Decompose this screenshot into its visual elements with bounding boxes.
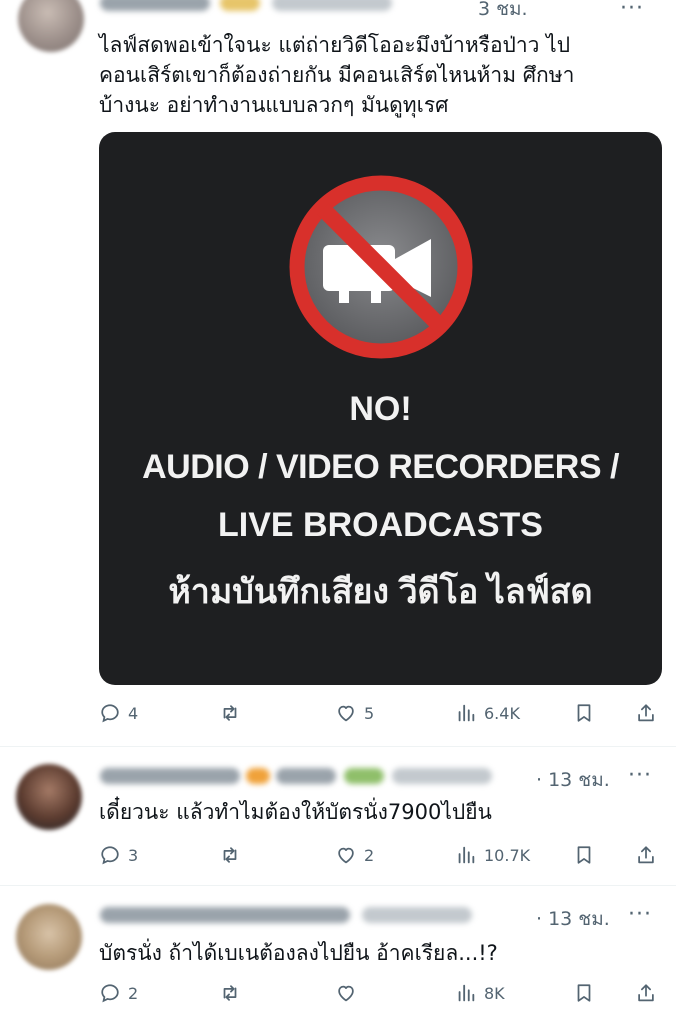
views-button[interactable]: 8K (455, 978, 505, 1008)
bookmark-icon (577, 846, 591, 864)
verified-emoji-blurred (220, 0, 260, 11)
retweet-button[interactable] (219, 698, 248, 728)
tweet-image[interactable]: NO! AUDIO / VIDEO RECORDERS / LIVE BROAD… (99, 132, 662, 685)
reply-icon (101, 984, 119, 1003)
views-icon (458, 704, 475, 722)
share-button[interactable] (635, 978, 657, 1008)
reply-count: 3 (128, 845, 139, 865)
author-name-blurred[interactable] (100, 768, 240, 784)
sign-line-1: AUDIO / VIDEO RECORDERS / (142, 448, 619, 486)
timestamp[interactable]: · 13 ชม. (536, 765, 610, 795)
like-count: 5 (364, 703, 375, 723)
reply-icon (101, 846, 119, 865)
share-icon (638, 704, 654, 722)
tweet-header (100, 761, 492, 791)
bookmark-button[interactable] (573, 978, 595, 1008)
views-button[interactable]: 10.7K (455, 840, 530, 870)
sign-headline: NO! (349, 390, 412, 428)
reply-button[interactable]: 2 (99, 978, 138, 1008)
author-name-blurred[interactable] (100, 907, 350, 923)
more-icon[interactable]: ··· (628, 763, 652, 788)
like-button[interactable]: 2 (335, 840, 374, 870)
avatar[interactable] (16, 764, 82, 830)
action-bar: 3 2 10.7K (99, 840, 665, 870)
share-button[interactable] (635, 840, 657, 870)
like-count: 2 (364, 845, 375, 865)
share-icon (638, 984, 654, 1002)
reply-button[interactable]: 3 (99, 840, 138, 870)
author-name-blurred-2 (276, 768, 336, 784)
retweet-icon (223, 847, 237, 863)
reply-icon (101, 704, 119, 723)
retweet-icon (223, 705, 237, 721)
author-handle-blurred[interactable] (392, 768, 492, 784)
bookmark-icon (577, 984, 591, 1002)
emoji-blurred (246, 768, 270, 784)
tweet-header (100, 0, 392, 18)
views-icon (458, 846, 475, 864)
author-handle-blurred[interactable] (272, 0, 392, 11)
sign-line-3: ห้ามบันทึกเสียง วีดีโอ ไลฟ์สด (168, 573, 593, 611)
view-count: 10.7K (484, 845, 531, 865)
action-bar: 2 8K (99, 978, 665, 1008)
retweet-button[interactable] (219, 978, 248, 1008)
no-video-camera-icon (289, 175, 473, 359)
more-icon[interactable]: ··· (620, 0, 644, 21)
reply-count: 4 (128, 703, 139, 723)
author-name-blurred[interactable] (100, 0, 210, 11)
view-count: 6.4K (484, 703, 520, 723)
bookmark-button[interactable] (573, 698, 595, 728)
view-count: 8K (484, 983, 505, 1003)
author-handle-blurred[interactable] (362, 907, 472, 923)
action-bar: 4 5 6.4K (99, 698, 665, 728)
like-button[interactable]: 5 (335, 698, 374, 728)
emoji-blurred-2 (344, 768, 384, 784)
reply-count: 2 (128, 983, 139, 1003)
tweet-1[interactable]: 3 ชม. ··· ไลฟ์สดพอเข้าใจนะ แต่ถ่ายวิดีโอ… (0, 0, 676, 742)
share-button[interactable] (635, 698, 657, 728)
timestamp[interactable]: 3 ชม. (478, 0, 528, 24)
share-icon (638, 846, 654, 864)
tweet-text: เดี๋ยวนะ แล้วทำไมต้องให้บัตรนั่ง7900ไปยื… (99, 800, 492, 824)
avatar[interactable] (16, 904, 82, 970)
avatar[interactable] (18, 0, 84, 52)
retweet-icon (223, 985, 237, 1001)
reply-button[interactable]: 4 (99, 698, 138, 728)
like-button[interactable] (335, 978, 364, 1008)
bookmark-icon (577, 704, 591, 722)
views-button[interactable]: 6.4K (455, 698, 520, 728)
heart-icon (338, 847, 354, 864)
tweet-3[interactable]: · 13 ชม. ··· บัตรนั่ง ถ้าได้เบเนต้องลงไป… (0, 886, 676, 1024)
bookmark-button[interactable] (573, 840, 595, 870)
retweet-button[interactable] (219, 840, 248, 870)
tweet-text: บัตรนั่ง ถ้าได้เบเนต้องลงไปยืน อ้าคเรียล… (99, 941, 498, 965)
tweet-2[interactable]: · 13 ชม. ··· เดี๋ยวนะ แล้วทำไมต้องให้บัต… (0, 747, 676, 883)
tweet-header (100, 900, 472, 930)
timestamp[interactable]: · 13 ชม. (536, 904, 610, 934)
heart-icon (338, 705, 354, 722)
more-icon[interactable]: ··· (628, 902, 652, 927)
tweet-text: ไลฟ์สดพอเข้าใจนะ แต่ถ่ายวิดีโออะมึงบ้าหร… (99, 33, 575, 117)
sign-line-2: LIVE BROADCASTS (218, 506, 543, 544)
views-icon (458, 984, 475, 1002)
heart-icon (338, 985, 354, 1002)
